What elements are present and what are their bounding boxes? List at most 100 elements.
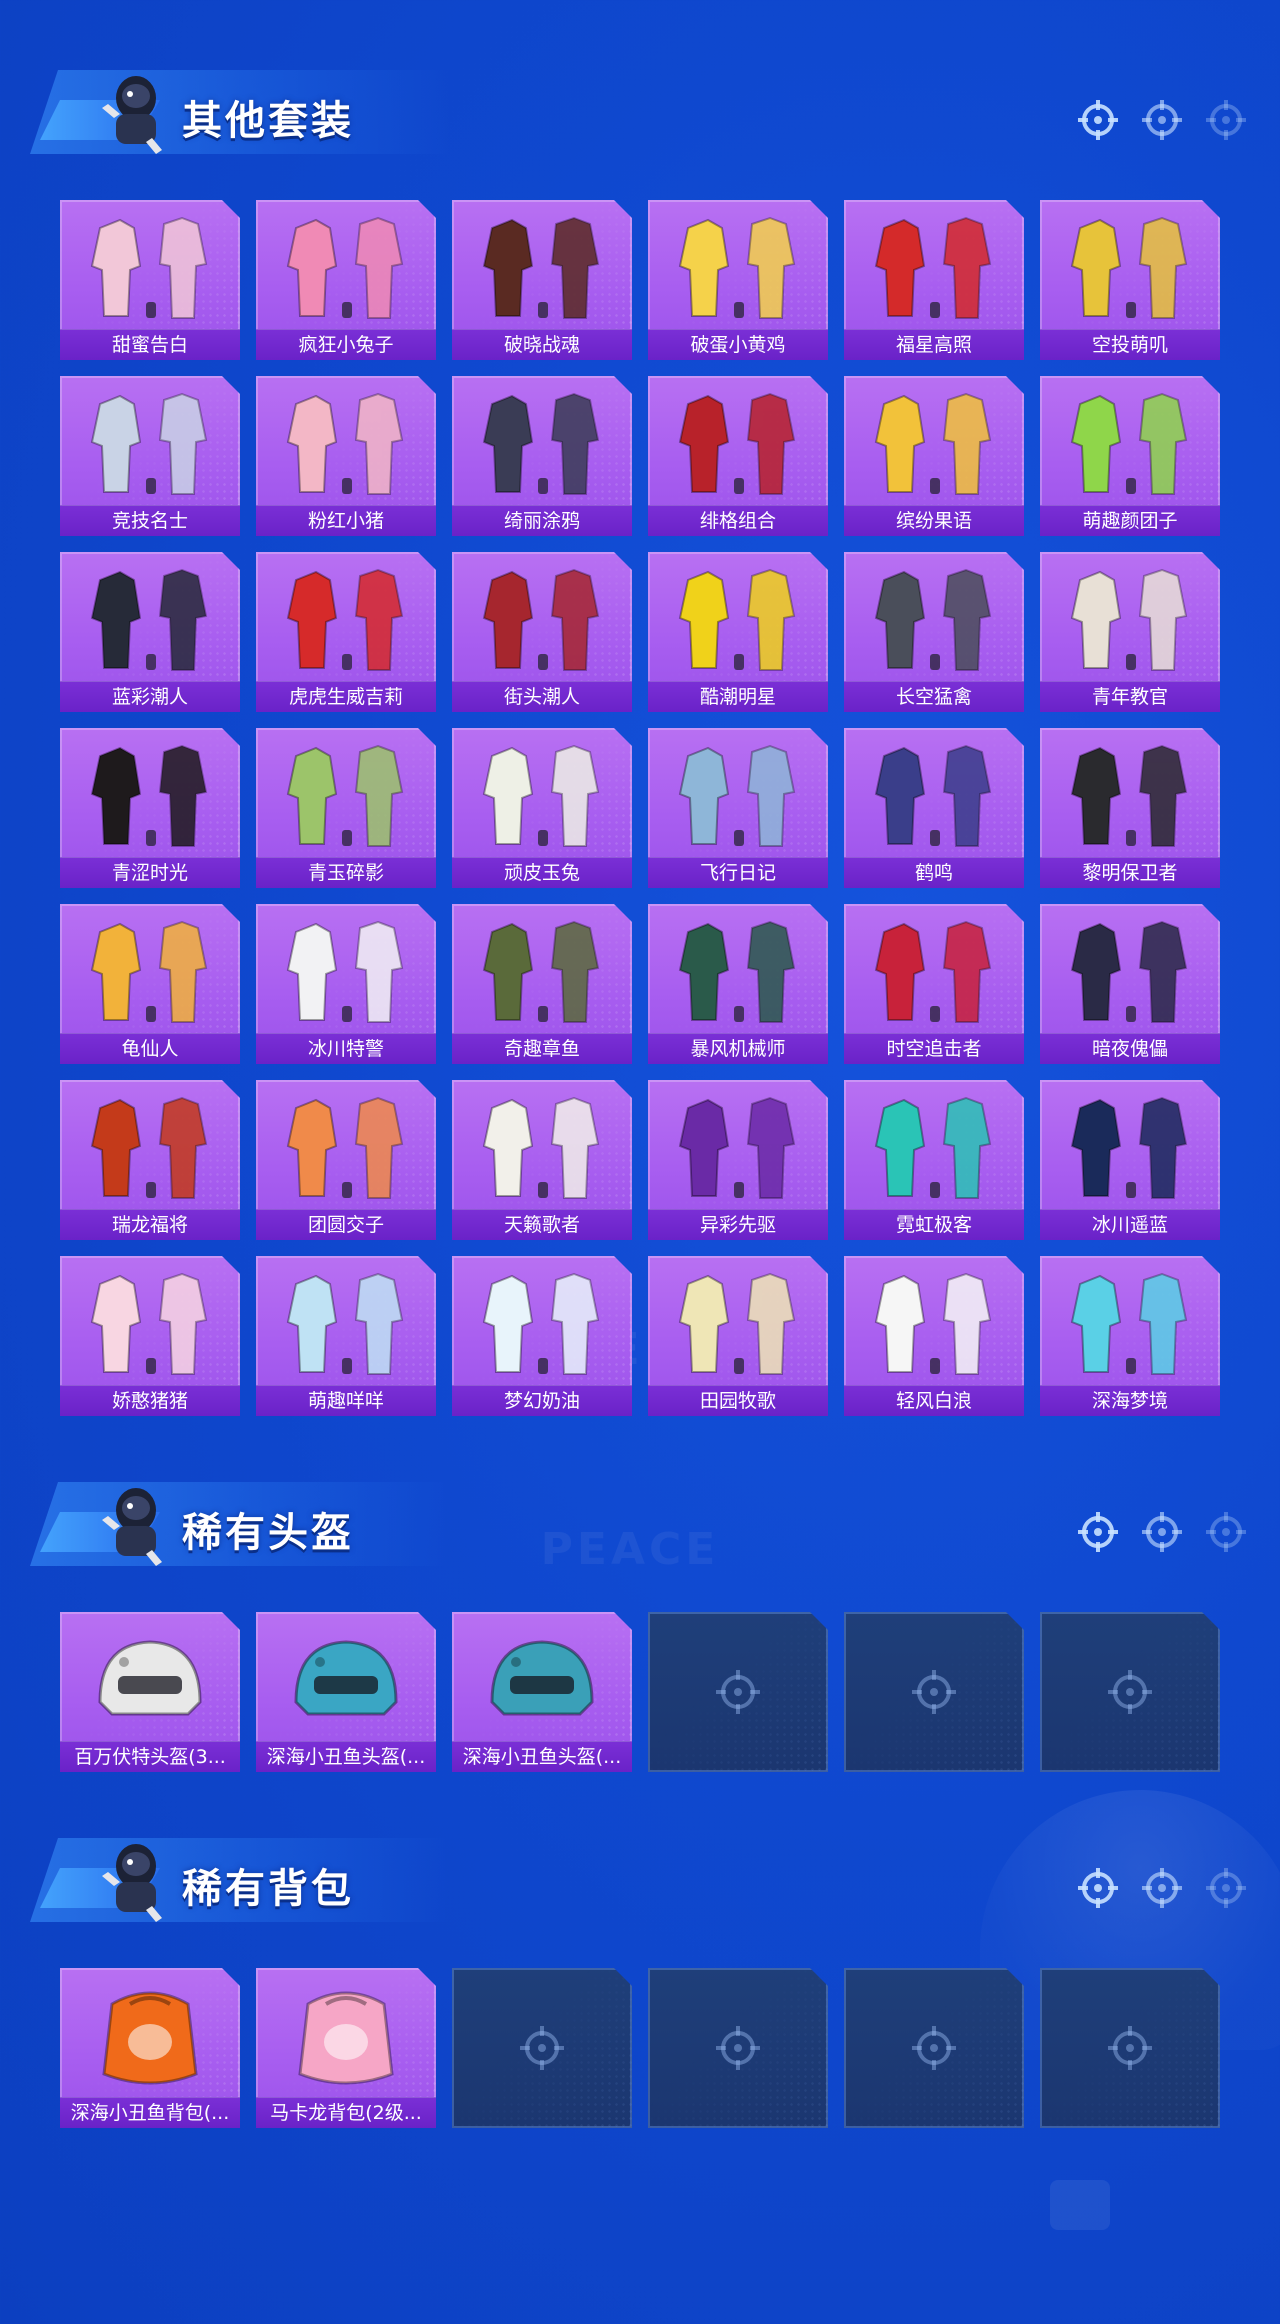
- item-card[interactable]: 瑞龙福将: [60, 1080, 240, 1240]
- outfit-grid: 甜蜜告白 疯狂小兔子 破晓战魂 破蛋小黄鸡 福星高照 空投萌叽竞技名士 粉红小猪 绮丽涂鸦 绯格…: [60, 200, 1220, 1416]
- outfit-icon: [90, 216, 208, 319]
- item-label: 田园牧歌: [648, 1385, 828, 1416]
- item-card[interactable]: 空投萌叽: [1040, 200, 1220, 360]
- item-card[interactable]: 梦幻奶油: [452, 1256, 632, 1416]
- backpack-grid: 深海小丑鱼背包(... 马卡龙背包(2级...: [60, 1968, 1220, 2128]
- item-label: 绮丽涂鸦: [452, 505, 632, 536]
- item-card[interactable]: 虎虎生威吉莉: [256, 552, 436, 712]
- item-card[interactable]: 马卡龙背包(2级...: [256, 1968, 436, 2128]
- item-label: 百万伏特头盔(3...: [60, 1741, 240, 1772]
- item-card[interactable]: 异彩先驱: [648, 1080, 828, 1240]
- outfit-icon: [482, 744, 600, 847]
- item-label: 马卡龙背包(2级...: [256, 2097, 436, 2128]
- item-card[interactable]: 冰川特警: [256, 904, 436, 1064]
- outfit-icon: [874, 216, 992, 319]
- item-card[interactable]: 粉红小猪: [256, 376, 436, 536]
- item-card[interactable]: 蓝彩潮人: [60, 552, 240, 712]
- item-card[interactable]: 深海小丑鱼头盔(...: [452, 1612, 632, 1772]
- outfit-icon: [286, 744, 404, 847]
- item-card[interactable]: 破晓战魂: [452, 200, 632, 360]
- item-label: 冰川特警: [256, 1033, 436, 1064]
- item-label: 深海小丑鱼背包(...: [60, 2097, 240, 2128]
- empty-slot-target-icon: [520, 2026, 564, 2070]
- item-card[interactable]: 萌趣颜团子: [1040, 376, 1220, 536]
- item-card[interactable]: 奇趣章鱼: [452, 904, 632, 1064]
- item-label: 异彩先驱: [648, 1209, 828, 1240]
- background-crate-decoration: [1050, 2180, 1110, 2230]
- outfit-icon: [874, 920, 992, 1023]
- item-card[interactable]: 暴风机械师: [648, 904, 828, 1064]
- section-header: 稀有背包: [0, 1808, 1280, 1928]
- section-title: 稀有头盔: [182, 1510, 354, 1556]
- target-icon: [1142, 100, 1182, 140]
- target-icon: [1142, 1868, 1182, 1908]
- outfit-icon: [482, 920, 600, 1023]
- item-label: 缤纷果语: [844, 505, 1024, 536]
- item-card[interactable]: 街头潮人: [452, 552, 632, 712]
- helmet-grid: 百万伏特头盔(3... 深海小丑鱼头盔(... 深海小丑鱼头盔(...: [60, 1612, 1220, 1772]
- item-card[interactable]: 青涩时光: [60, 728, 240, 888]
- item-card[interactable]: 缤纷果语: [844, 376, 1024, 536]
- section-helmets: 稀有头盔 百万伏特头盔(3... 深海小丑鱼头盔(... 深海小丑鱼头盔(...: [0, 1452, 1280, 1772]
- item-card[interactable]: 深海梦境: [1040, 1256, 1220, 1416]
- item-card[interactable]: 疯狂小兔子: [256, 200, 436, 360]
- item-card[interactable]: 青玉碎影: [256, 728, 436, 888]
- item-card[interactable]: 娇憨猪猪: [60, 1256, 240, 1416]
- item-label: 蓝彩潮人: [60, 681, 240, 712]
- item-card[interactable]: 百万伏特头盔(3...: [60, 1612, 240, 1772]
- item-card[interactable]: 天籁歌者: [452, 1080, 632, 1240]
- item-card[interactable]: 鹤鸣: [844, 728, 1024, 888]
- outfit-icon: [286, 216, 404, 319]
- item-label: 天籁歌者: [452, 1209, 632, 1240]
- item-card[interactable]: 顽皮玉兔: [452, 728, 632, 888]
- item-label: 冰川遥蓝: [1040, 1209, 1220, 1240]
- outfit-icon: [482, 216, 600, 319]
- item-card[interactable]: 飞行日记: [648, 728, 828, 888]
- item-card[interactable]: 深海小丑鱼头盔(...: [256, 1612, 436, 1772]
- empty-item-slot: [844, 1612, 1024, 1772]
- item-label: 顽皮玉兔: [452, 857, 632, 888]
- item-card[interactable]: 黎明保卫者: [1040, 728, 1220, 888]
- item-card[interactable]: 萌趣咩咩: [256, 1256, 436, 1416]
- outfit-icon: [1070, 920, 1188, 1023]
- item-card[interactable]: 绮丽涂鸦: [452, 376, 632, 536]
- outfit-icon: [286, 568, 404, 671]
- outfit-icon: [90, 1096, 208, 1199]
- item-card[interactable]: 暗夜傀儡: [1040, 904, 1220, 1064]
- outfit-icon: [482, 1272, 600, 1375]
- item-card[interactable]: 青年教官: [1040, 552, 1220, 712]
- section-outfits: 其他套装 甜蜜告白 疯狂小兔子 破晓战魂 破蛋小黄鸡 福星高照 空投萌叽 竞技名士 粉红小猪绮…: [0, 40, 1280, 1416]
- outfit-icon: [1070, 568, 1188, 671]
- outfit-icon: [482, 392, 600, 495]
- item-card[interactable]: 轻风白浪: [844, 1256, 1024, 1416]
- item-card[interactable]: 破蛋小黄鸡: [648, 200, 828, 360]
- item-card[interactable]: 田园牧歌: [648, 1256, 828, 1416]
- outfit-icon: [286, 1096, 404, 1199]
- backpack-icon: [102, 1991, 198, 2085]
- item-card[interactable]: 冰川遥蓝: [1040, 1080, 1220, 1240]
- empty-slot-target-icon: [1108, 1670, 1152, 1714]
- item-card[interactable]: 福星高照: [844, 200, 1024, 360]
- item-label: 青涩时光: [60, 857, 240, 888]
- item-card[interactable]: 霓虹极客: [844, 1080, 1024, 1240]
- outfit-icon: [678, 1272, 796, 1375]
- outfit-icon: [678, 744, 796, 847]
- outfit-icon: [678, 392, 796, 495]
- item-card[interactable]: 绯格组合: [648, 376, 828, 536]
- item-label: 虎虎生威吉莉: [256, 681, 436, 712]
- item-card[interactable]: 团圆交子: [256, 1080, 436, 1240]
- item-card[interactable]: 长空猛禽: [844, 552, 1024, 712]
- item-card[interactable]: 时空追击者: [844, 904, 1024, 1064]
- item-card[interactable]: 龟仙人: [60, 904, 240, 1064]
- item-card[interactable]: 深海小丑鱼背包(...: [60, 1968, 240, 2128]
- item-card[interactable]: 甜蜜告白: [60, 200, 240, 360]
- item-label: 疯狂小兔子: [256, 329, 436, 360]
- item-card[interactable]: 酷潮明星: [648, 552, 828, 712]
- outfit-icon: [1070, 216, 1188, 319]
- outfit-icon: [482, 568, 600, 671]
- empty-item-slot: [648, 1968, 828, 2128]
- helmet-icon: [490, 1640, 594, 1716]
- outfit-icon: [874, 1096, 992, 1199]
- empty-item-slot: [452, 1968, 632, 2128]
- item-card[interactable]: 竞技名士: [60, 376, 240, 536]
